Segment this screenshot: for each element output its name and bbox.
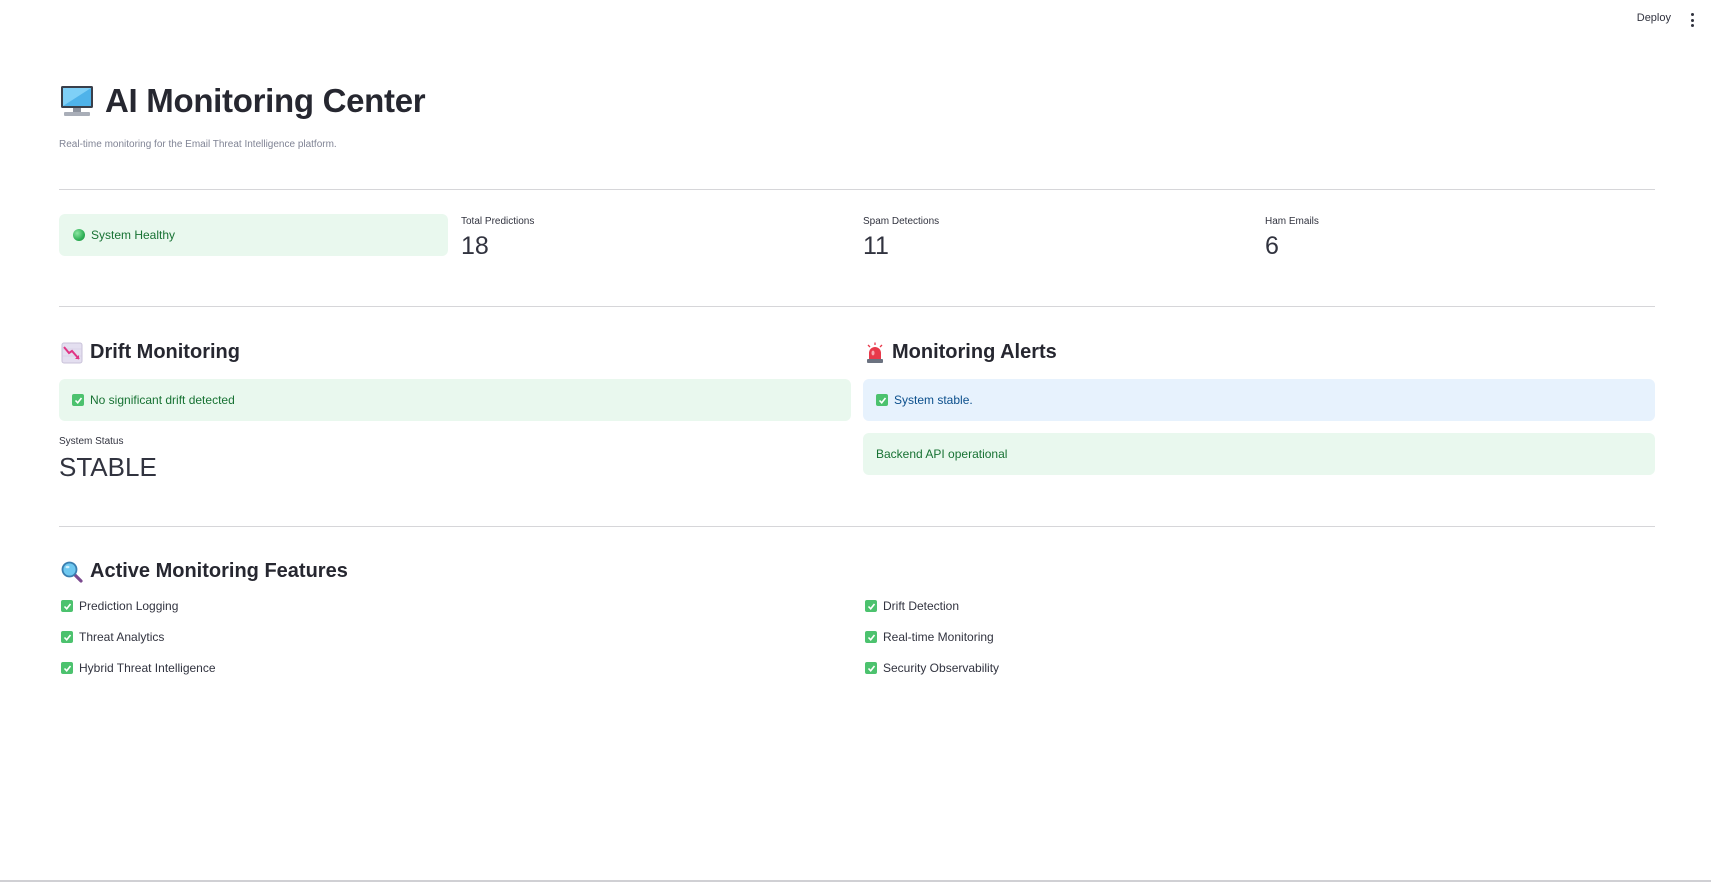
feature-item: Hybrid Threat Intelligence: [61, 661, 216, 675]
metric-spam-detections: Spam Detections 11: [863, 216, 939, 261]
more-vertical-icon[interactable]: [1687, 12, 1697, 28]
divider: [59, 306, 1655, 307]
drift-success-alert: No significant drift detected: [59, 379, 851, 421]
alerts-heading-text: Monitoring Alerts: [892, 341, 1057, 363]
system-stable-text: System stable.: [894, 393, 973, 407]
drift-alert-text: No significant drift detected: [90, 393, 235, 407]
system-status-value: STABLE: [59, 452, 157, 482]
chart-decreasing-icon: [61, 342, 83, 364]
divider: [59, 189, 1655, 190]
page-title: AI Monitoring Center: [59, 82, 426, 120]
check-box-icon: [61, 662, 73, 674]
green-circle-icon: [73, 229, 85, 241]
divider: [59, 526, 1655, 527]
feature-label: Hybrid Threat Intelligence: [79, 661, 216, 675]
metric-label: Spam Detections: [863, 216, 940, 227]
metric-label: Total Predictions: [461, 216, 535, 227]
feature-item: Drift Detection: [865, 599, 959, 613]
system-health-text: System Healthy: [91, 228, 176, 242]
check-box-icon: [876, 394, 888, 406]
check-box-icon: [61, 600, 73, 612]
check-box-icon: [61, 631, 73, 643]
feature-label: Threat Analytics: [79, 630, 165, 644]
feature-label: Security Observability: [883, 661, 1000, 675]
monitoring-alerts-heading: Monitoring Alerts: [865, 341, 1057, 364]
system-stable-alert: System stable.: [863, 379, 1655, 421]
feature-item: Security Observability: [865, 661, 999, 675]
metric-value: 6: [1265, 232, 1279, 260]
feature-item: Real-time Monitoring: [865, 630, 994, 644]
check-box-icon: [865, 631, 877, 643]
feature-label: Prediction Logging: [79, 599, 179, 613]
feature-label: Drift Detection: [883, 599, 960, 613]
check-box-icon: [72, 394, 84, 406]
metric-value: 18: [461, 232, 489, 260]
drift-heading-text: Drift Monitoring: [90, 341, 240, 363]
deploy-button[interactable]: Deploy: [1637, 12, 1671, 24]
check-box-icon: [865, 662, 877, 674]
desktop-computer-icon: [59, 84, 95, 118]
top-bar: Deploy: [0, 0, 1711, 40]
magnifying-glass-icon: [61, 561, 83, 583]
drift-monitoring-heading: Drift Monitoring: [61, 341, 240, 364]
feature-label: Real-time Monitoring: [883, 630, 994, 644]
backend-operational-text: Backend API operational: [876, 447, 1008, 461]
system-health-alert: System Healthy: [59, 214, 448, 256]
page-subtitle: Real-time monitoring for the Email Threa…: [59, 139, 337, 150]
metric-value: 11: [863, 232, 889, 260]
metric-ham-emails: Ham Emails 6: [1265, 216, 1319, 261]
metric-label: Ham Emails: [1265, 216, 1319, 227]
backend-operational-alert: Backend API operational: [863, 433, 1655, 475]
feature-item: Prediction Logging: [61, 599, 178, 613]
system-status-label: System Status: [59, 436, 124, 447]
page-title-text: AI Monitoring Center: [105, 82, 426, 119]
rotating-light-icon: [865, 342, 885, 364]
feature-item: Threat Analytics: [61, 630, 164, 644]
features-heading-text: Active Monitoring Features: [90, 560, 348, 582]
metric-total-predictions: Total Predictions 18: [461, 216, 534, 261]
check-box-icon: [865, 600, 877, 612]
active-features-heading: Active Monitoring Features: [61, 560, 348, 583]
